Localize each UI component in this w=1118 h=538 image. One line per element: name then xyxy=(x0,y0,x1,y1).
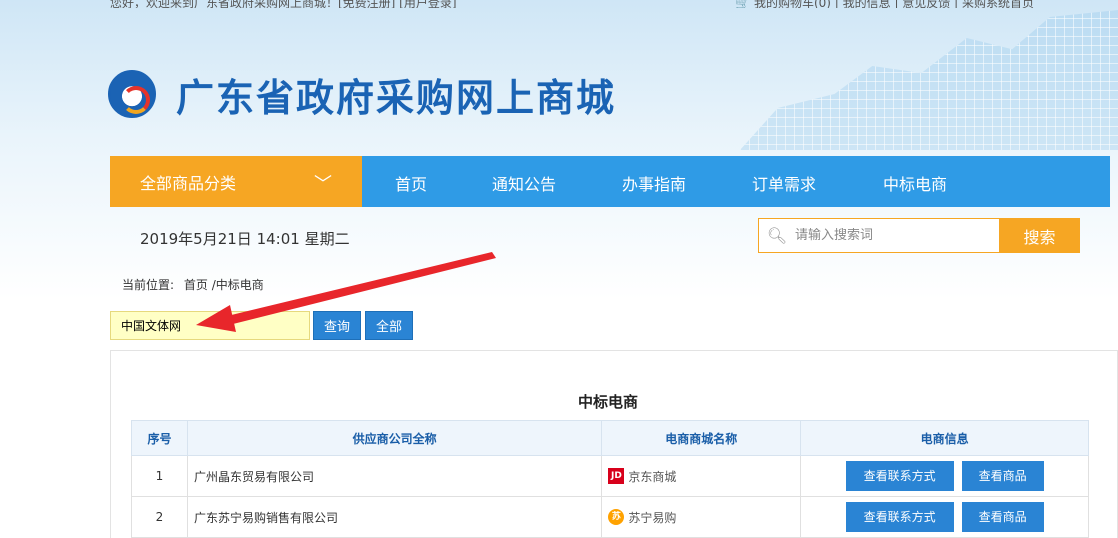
government-emblem-icon xyxy=(108,70,156,118)
row-mall: JD 京东商城 xyxy=(601,455,802,497)
row-actions: 查看联系方式 查看商品 xyxy=(800,455,1089,497)
welcome-text: 您好，欢迎来到广东省政府采购网上商城！[免费注册] [用户登录] xyxy=(110,0,457,8)
all-categories-label: 全部商品分类 xyxy=(140,173,237,193)
merchant-filter-input[interactable]: 中国文体网 xyxy=(110,311,310,340)
top-utility-bar: 您好，欢迎来到广东省政府采购网上商城！[免费注册] [用户登录] 🛒 我的购物车(… xyxy=(110,0,1118,8)
header-background xyxy=(0,0,1118,300)
site-title: 广东省政府采购网上商城 xyxy=(176,74,617,120)
nav-item-orders[interactable]: 订单需求 xyxy=(752,171,816,195)
all-categories-dropdown[interactable]: 全部商品分类 ﹀ xyxy=(110,156,362,207)
col-header-info: 电商信息 xyxy=(800,420,1089,456)
view-contact-button[interactable]: 查看联系方式 xyxy=(845,502,954,532)
breadcrumb-path[interactable]: 首页 /中标电商 xyxy=(184,278,264,292)
col-header-index: 序号 xyxy=(131,420,188,456)
table-title: 中标电商 xyxy=(578,393,639,411)
query-button[interactable]: 查询 xyxy=(313,311,361,340)
col-header-mall: 电商商城名称 xyxy=(601,420,802,456)
merchants-table: 序号 供应商公司全称 电商商城名称 电商信息 1 广州晶东贸易有限公司 JD 京东… xyxy=(131,420,1089,538)
breadcrumb-prefix: 当前位置: xyxy=(122,278,175,292)
table-row: 1 广州晶东贸易有限公司 JD 京东商城 查看联系方式 查看商品 xyxy=(131,455,1089,497)
show-all-button[interactable]: 全部 xyxy=(365,311,413,340)
row-company: 广州晶东贸易有限公司 xyxy=(186,455,603,497)
view-goods-button[interactable]: 查看商品 xyxy=(961,461,1044,491)
jd-logo-icon: JD xyxy=(608,468,625,484)
breadcrumb: 当前位置: 首页 /中标电商 xyxy=(122,276,264,293)
row-actions: 查看联系方式 查看商品 xyxy=(800,496,1089,538)
search-icon: 🔍︎ xyxy=(766,226,788,245)
search-box: 🔍︎ xyxy=(758,218,1000,253)
chevron-down-icon: ﹀ xyxy=(314,174,332,195)
row-mall-name: 苏宁易购 xyxy=(628,510,677,525)
col-header-company: 供应商公司全称 xyxy=(186,420,603,456)
nav-item-winning-merchants[interactable]: 中标电商 xyxy=(883,171,947,195)
main-navigation: 全部商品分类 ﹀ 首页 通知公告 办事指南 订单需求 中标电商 xyxy=(110,156,1110,207)
row-company: 广东苏宁易购销售有限公司 xyxy=(186,496,603,538)
nav-item-guide[interactable]: 办事指南 xyxy=(622,171,686,195)
cart-icon[interactable]: 🛒 xyxy=(735,0,750,8)
table-row: 2 广东苏宁易购销售有限公司 苏苏宁易购 查看联系方式 查看商品 xyxy=(131,496,1089,538)
nav-item-notices[interactable]: 通知公告 xyxy=(492,171,556,195)
row-mall: 苏苏宁易购 xyxy=(601,496,802,538)
row-index: 2 xyxy=(131,496,188,538)
row-index: 1 xyxy=(131,455,188,497)
view-goods-button[interactable]: 查看商品 xyxy=(961,502,1044,532)
row-mall-name: 京东商城 xyxy=(628,469,677,484)
current-datetime: 2019年5月21日 14:01 星期二 xyxy=(140,230,350,248)
nav-item-home[interactable]: 首页 xyxy=(395,171,427,195)
table-header-row: 序号 供应商公司全称 电商商城名称 电商信息 xyxy=(131,420,1089,456)
search-input[interactable] xyxy=(795,228,991,243)
user-links-text[interactable]: 我的购物车(0) | 我的信息 | 意见反馈 | 采购系统首页 xyxy=(754,0,1034,8)
user-links[interactable]: 🛒 我的购物车(0) | 我的信息 | 意见反馈 | 采购系统首页 xyxy=(735,0,1034,8)
view-contact-button[interactable]: 查看联系方式 xyxy=(845,461,954,491)
search-button[interactable]: 搜索 xyxy=(999,218,1080,253)
site-logo-area[interactable]: 广东省政府采购网上商城 xyxy=(108,70,616,120)
suning-logo-icon: 苏 xyxy=(608,509,625,525)
